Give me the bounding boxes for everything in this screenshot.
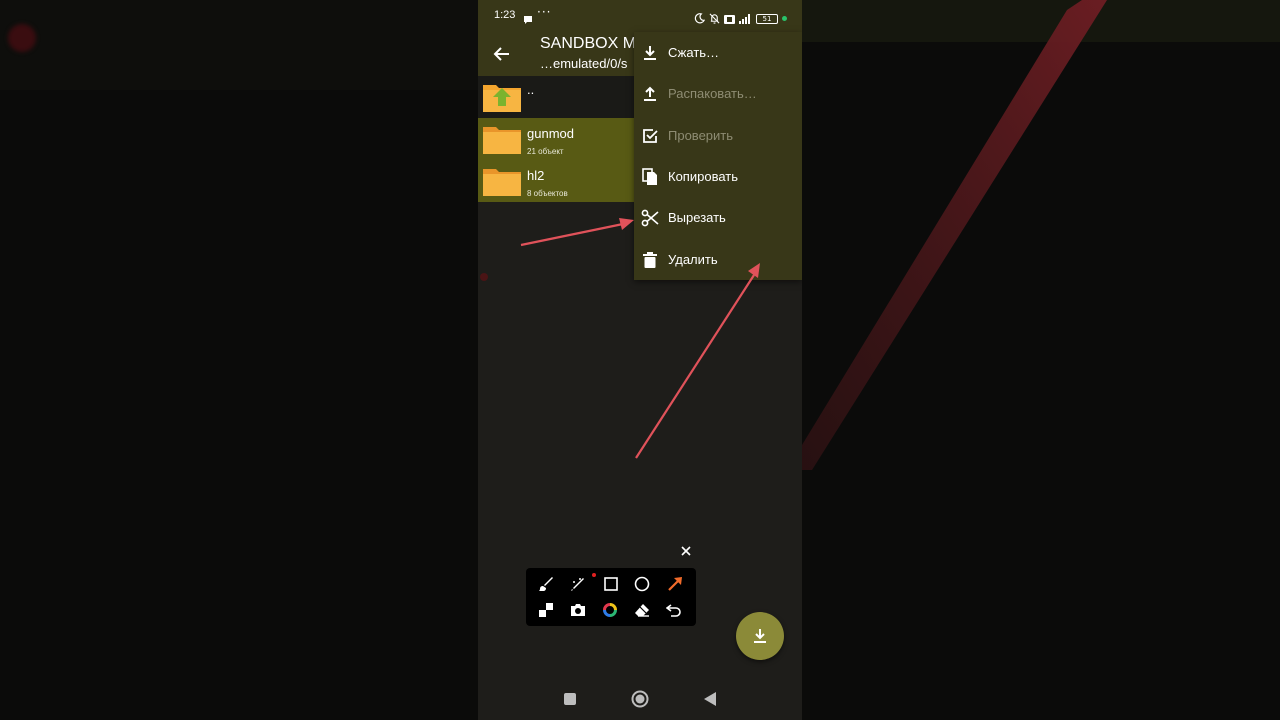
navigation-bar	[478, 678, 802, 720]
phone-screen: 1:23 ··· 51 SANDBOX M …emulated/0/s .. g…	[478, 0, 802, 720]
side-indicator	[480, 273, 488, 281]
undo-icon[interactable]	[664, 600, 684, 620]
mosaic-icon[interactable]	[536, 600, 556, 620]
rectangle-icon[interactable]	[601, 574, 621, 594]
close-icon	[681, 546, 691, 556]
magic-pen-icon[interactable]	[568, 574, 588, 594]
arrow-tool-icon[interactable]	[665, 574, 685, 594]
annotation-arrow-to-delete	[635, 274, 755, 459]
home-circle-icon	[631, 690, 649, 708]
recording-dot	[592, 573, 596, 577]
back-nav-button[interactable]	[699, 688, 721, 710]
circle-icon[interactable]	[632, 574, 652, 594]
recents-button[interactable]	[559, 688, 581, 710]
eraser-icon[interactable]	[632, 600, 652, 620]
camera-icon[interactable]	[568, 600, 588, 620]
home-button[interactable]	[629, 688, 651, 710]
drawing-toolbar	[526, 568, 696, 626]
color-wheel-icon[interactable]	[600, 600, 620, 620]
download-icon	[754, 629, 766, 643]
toolbar-close-button[interactable]	[678, 543, 694, 559]
annotation-arrow-to-cut	[520, 222, 624, 247]
background-arrow-decoration	[802, 0, 1107, 470]
square-icon	[564, 693, 576, 705]
blurred-background-left	[0, 0, 478, 720]
annotation-arrowhead	[619, 218, 634, 230]
fab-download-button[interactable]	[736, 612, 784, 660]
triangle-back-icon	[704, 692, 716, 706]
brush-icon[interactable]	[536, 574, 556, 594]
